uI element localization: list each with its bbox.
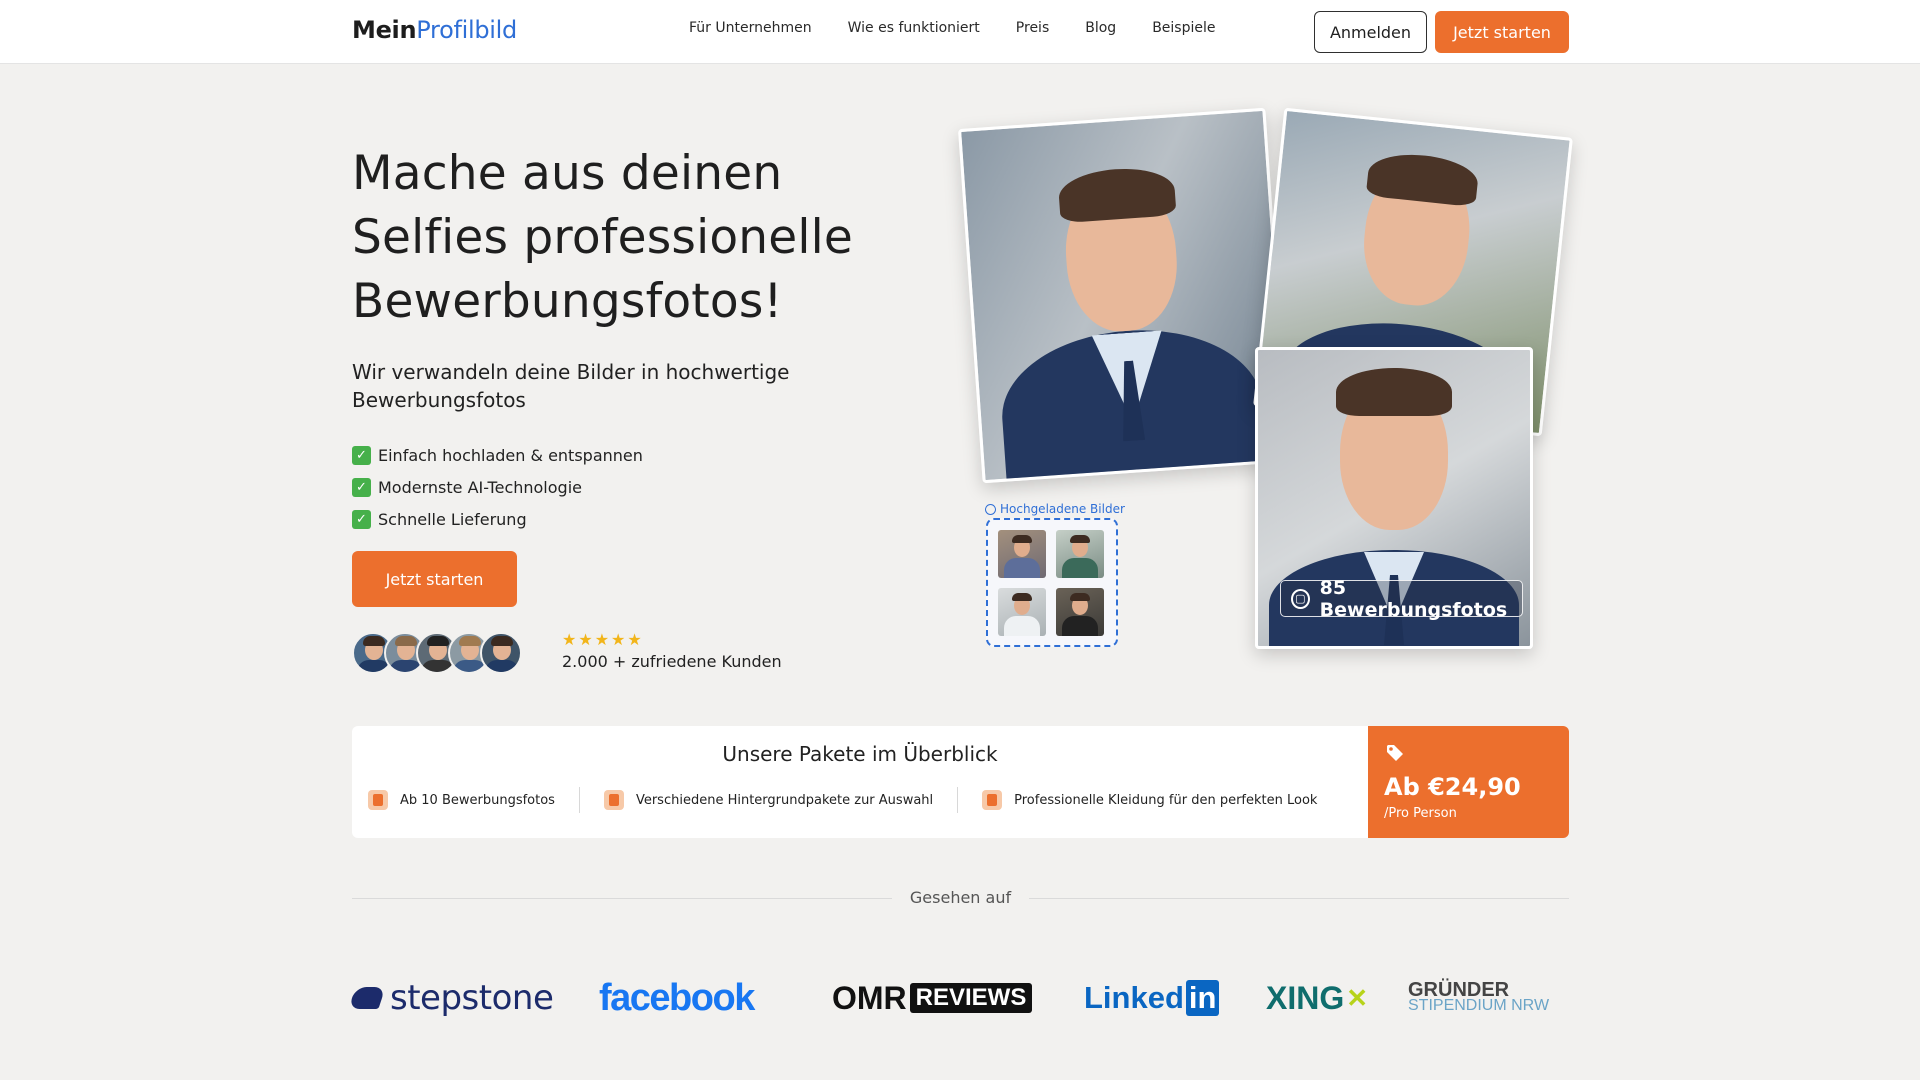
main-nav: Für Unternehmen Wie es funktioniert Prei…	[689, 20, 1252, 36]
price-box[interactable]: Ab €24,90 /Pro Person	[1368, 726, 1569, 838]
feature-item: ✓ Modernste AI-Technologie	[352, 471, 643, 503]
omr-wordmark: OMR	[832, 979, 907, 1016]
rating-text: 2.000 + zufriedene Kunden	[562, 652, 782, 671]
price-unit: /Pro Person	[1384, 806, 1457, 821]
package-item: Professionelle Kleidung für den perfekte…	[982, 790, 1317, 810]
site-logo[interactable]: MeinProfilbild	[352, 16, 517, 44]
seen-on-label: Gesehen auf	[891, 888, 1030, 907]
price-value: Ab €24,90	[1384, 773, 1521, 801]
hero-title: Mache aus deinen Selfies professionelle …	[352, 146, 854, 329]
package-label: Ab 10 Bewerbungsfotos	[400, 792, 555, 808]
nav-link-preis[interactable]: Preis	[1016, 20, 1049, 36]
stepstone-wordmark: stepstone	[390, 978, 554, 1018]
hero-start-button[interactable]: Jetzt starten	[352, 551, 517, 607]
star-icon: ★	[627, 630, 642, 649]
example-photo	[957, 107, 1291, 484]
feature-label: Einfach hochladen & entspannen	[378, 445, 643, 465]
login-button[interactable]: Anmelden	[1314, 11, 1427, 53]
gruender-wordmark: GRÜNDER	[1408, 979, 1510, 1001]
feature-label: Modernste AI-Technologie	[378, 477, 582, 497]
result-count-badge: ▢ 85 Bewerbungsfotos	[1280, 577, 1523, 621]
press-logos: stepstone facebook OMR REVIEWS Linked in …	[348, 970, 1569, 1026]
packages-overview: Unsere Pakete im Überblick Ab 10 Bewerbu…	[352, 726, 1368, 838]
reviews-wordmark: REVIEWS	[909, 983, 1033, 1013]
xing-logo: XING ✕	[1266, 970, 1368, 1026]
omr-reviews-logo: OMR REVIEWS	[832, 970, 1033, 1026]
nav-link-unternehmen[interactable]: Für Unternehmen	[689, 20, 812, 36]
feature-list: ✓ Einfach hochladen & entspannen ✓ Moder…	[352, 439, 643, 535]
linkedin-in-mark: in	[1185, 980, 1220, 1016]
uploaded-thumbnail	[998, 530, 1046, 578]
xing-wordmark: XING	[1266, 979, 1345, 1016]
customer-avatars	[352, 632, 522, 676]
logo-part-profilbild: Profilbild	[416, 16, 517, 44]
hero-subtitle: Wir verwandeln deine Bilder in hochwerti…	[352, 360, 790, 412]
star-icon: ★	[611, 630, 626, 649]
package-label: Verschiedene Hintergrundpakete zur Auswa…	[635, 792, 934, 808]
packages-list: Ab 10 Bewerbungsfotos Verschiedene Hinte…	[368, 782, 1317, 818]
uploaded-thumbnail	[1056, 588, 1104, 636]
checkmark-icon: ✓	[352, 445, 371, 465]
uploaded-thumbnail	[998, 588, 1046, 636]
feature-label: Schnelle Lieferung	[378, 509, 527, 529]
nav-link-blog[interactable]: Blog	[1085, 20, 1116, 36]
facebook-logo: facebook	[599, 970, 755, 1026]
package-item: Ab 10 Bewerbungsfotos	[368, 790, 555, 810]
customer-rating: ★ ★ ★ ★ ★ 2.000 + zufriedene Kunden	[562, 632, 782, 672]
photos-icon: ▢	[1291, 588, 1310, 609]
avatar	[480, 632, 522, 674]
star-icon: ★	[578, 630, 593, 649]
upload-icon	[985, 503, 996, 515]
clothing-icon	[982, 790, 1003, 810]
backgrounds-icon	[603, 790, 624, 810]
uploads-label: Hochgeladene Bilder	[985, 502, 1125, 516]
result-count-label: 85 Bewerbungsfotos	[1319, 576, 1508, 621]
nav-link-beispiele[interactable]: Beispiele	[1152, 20, 1215, 36]
divider	[578, 787, 580, 813]
linkedin-logo: Linked in	[1084, 970, 1220, 1026]
star-rating: ★ ★ ★ ★ ★	[562, 632, 782, 648]
star-icon: ★	[594, 630, 610, 649]
stipendium-wordmark: STIPENDIUM NRW	[1408, 997, 1550, 1014]
stepstone-mark-icon	[348, 987, 386, 1009]
linkedin-wordmark: Linked	[1084, 980, 1184, 1015]
header-start-button[interactable]: Jetzt starten	[1435, 11, 1569, 53]
uploaded-images-box	[986, 518, 1118, 647]
price-tag-icon	[1387, 745, 1403, 761]
logo-part-mein: Mein	[352, 16, 417, 44]
package-item: Verschiedene Hintergrundpakete zur Auswa…	[603, 790, 934, 810]
nav-link-wie-es-funktioniert[interactable]: Wie es funktioniert	[848, 20, 980, 36]
site-header: MeinProfilbild Für Unternehmen Wie es fu…	[0, 0, 1920, 64]
checkmark-icon: ✓	[352, 509, 371, 529]
checkmark-icon: ✓	[352, 477, 371, 497]
package-label: Professionelle Kleidung für den perfekte…	[1014, 792, 1318, 808]
star-icon: ★	[562, 630, 577, 649]
seen-on-divider: Gesehen auf	[352, 888, 1569, 910]
facebook-wordmark: facebook	[599, 976, 755, 1019]
xing-mark-icon: ✕	[1346, 982, 1369, 1013]
divider	[957, 787, 959, 813]
stepstone-logo: stepstone	[348, 970, 554, 1026]
feature-item: ✓ Einfach hochladen & entspannen	[352, 439, 643, 471]
uploads-label-text: Hochgeladene Bilder	[1000, 502, 1125, 516]
gruenderstipendium-logo: GRÜNDER STIPENDIUM NRW	[1408, 970, 1549, 1026]
uploaded-thumbnail	[1056, 530, 1104, 578]
packages-title: Unsere Pakete im Überblick	[722, 742, 998, 766]
person-icon	[368, 790, 388, 810]
feature-item: ✓ Schnelle Lieferung	[352, 503, 643, 535]
